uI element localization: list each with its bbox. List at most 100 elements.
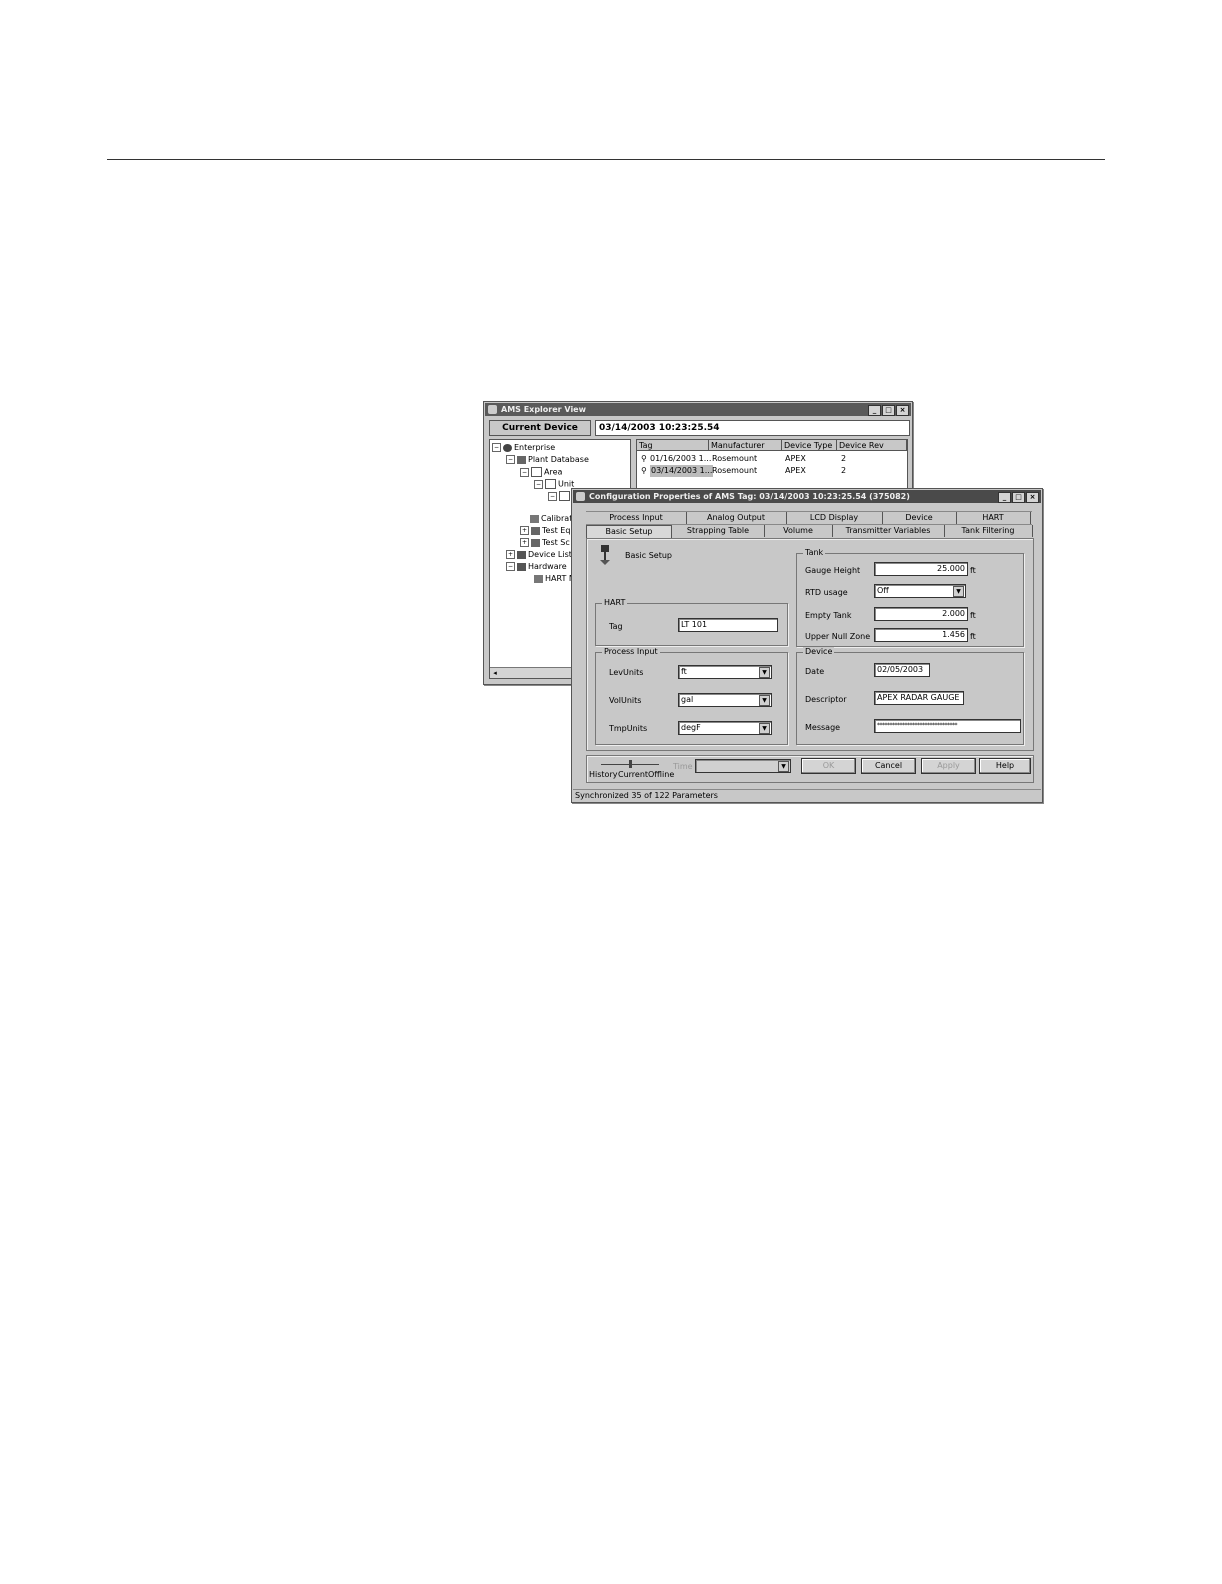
page-divider-rule xyxy=(107,159,1105,160)
tree-item-test-schemes[interactable]: + Test Sc xyxy=(520,538,570,547)
tree-item-plant-database[interactable]: − Plant Database xyxy=(506,455,589,464)
tree-item-unit[interactable]: − Unit xyxy=(534,479,574,489)
lev-units-label: LevUnits xyxy=(609,668,644,677)
device-list-icon xyxy=(517,550,526,559)
vol-units-label: VolUnits xyxy=(609,696,642,705)
close-icon[interactable]: × xyxy=(896,405,909,416)
col-header-device-type[interactable]: Device Type xyxy=(782,440,837,451)
folder-icon xyxy=(559,491,570,501)
current-device-label: Current Device xyxy=(489,420,591,436)
folder-icon xyxy=(545,479,556,489)
calibration-icon xyxy=(530,514,539,523)
tab-device[interactable]: Device xyxy=(882,512,957,524)
cell-tag: 03/14/2003 1... xyxy=(650,465,714,477)
ok-button[interactable]: OK xyxy=(801,758,856,774)
col-header-tag[interactable]: Tag xyxy=(637,440,709,451)
upper-null-zone-input[interactable]: 1.456 xyxy=(874,628,968,642)
tab-process-input[interactable]: Process Input xyxy=(586,512,687,524)
tree-item-hardware[interactable]: − Hardware xyxy=(506,562,567,571)
history-label: History xyxy=(589,770,618,779)
globe-icon xyxy=(503,443,512,452)
cell-manufacturer: Rosemount xyxy=(712,454,758,463)
cell-tag: 01/16/2003 1... xyxy=(650,454,712,463)
current-device-value: 03/14/2003 10:23:25.54 xyxy=(595,420,910,436)
rtd-usage-label: RTD usage xyxy=(805,588,848,597)
cell-device-type: APEX xyxy=(785,454,806,463)
chevron-down-icon[interactable]: ▼ xyxy=(759,667,770,678)
current-label: Current xyxy=(618,770,649,779)
app-icon xyxy=(576,492,585,501)
gauge-height-input[interactable]: 25.000 xyxy=(874,562,968,576)
modem-icon xyxy=(534,574,543,583)
slider-thumb[interactable] xyxy=(629,760,632,768)
message-input[interactable]: ******************************** xyxy=(874,719,1021,733)
date-input[interactable]: 02/05/2003 xyxy=(874,663,930,677)
device-icon xyxy=(599,545,611,565)
table-row[interactable]: ⚲ 03/14/2003 1... Rosemount APEX 2 xyxy=(637,465,907,477)
date-label: Date xyxy=(805,667,825,676)
cancel-button[interactable]: Cancel xyxy=(861,758,916,774)
col-header-device-rev[interactable]: Device Rev xyxy=(837,440,907,451)
tab-transmitter-variables[interactable]: Transmitter Variables xyxy=(832,525,945,537)
scheme-icon xyxy=(531,538,540,547)
tree-item-area[interactable]: − Area xyxy=(520,467,562,477)
tab-tank-filtering[interactable]: Tank Filtering xyxy=(944,525,1033,537)
tree-item-calibration[interactable]: Calibrat xyxy=(530,514,572,523)
chevron-down-icon[interactable]: ▼ xyxy=(778,761,789,772)
chevron-down-icon[interactable]: ▼ xyxy=(759,723,770,734)
close-icon[interactable]: × xyxy=(1026,492,1039,503)
table-row[interactable]: ⚲ 01/16/2003 1... Rosemount APEX 2 xyxy=(637,453,907,465)
tab-lcd-display[interactable]: LCD Display xyxy=(786,512,883,524)
cell-device-rev: 2 xyxy=(841,454,847,463)
status-bar: Synchronized 35 of 122 Parameters xyxy=(573,789,1041,801)
page-heading: Basic Setup xyxy=(625,551,673,560)
equipment-icon xyxy=(531,526,540,535)
tree-item-subunit[interactable]: − xyxy=(548,491,572,501)
apply-button[interactable]: Apply xyxy=(921,758,976,774)
lev-units-select[interactable]: ft ▼ xyxy=(678,665,772,679)
chevron-down-icon[interactable]: ▼ xyxy=(953,586,964,597)
tab-analog-output[interactable]: Analog Output xyxy=(686,512,787,524)
tab-strapping-table[interactable]: Strapping Table xyxy=(672,525,765,537)
database-icon xyxy=(517,455,526,464)
minimize-icon[interactable]: _ xyxy=(868,405,881,416)
tag-input[interactable]: LT 101 xyxy=(678,618,778,632)
rtd-usage-select[interactable]: Off ▼ xyxy=(874,584,966,598)
descriptor-input[interactable]: APEX RADAR GAUGE xyxy=(874,691,964,705)
device-icon: ⚲ xyxy=(641,454,647,463)
vol-units-select[interactable]: gal ▼ xyxy=(678,693,772,707)
device-group-title: Device xyxy=(803,647,835,656)
maximize-icon[interactable]: □ xyxy=(882,405,895,416)
descriptor-label: Descriptor xyxy=(805,695,847,704)
tab-hart[interactable]: HART xyxy=(956,512,1031,524)
cell-manufacturer: Rosemount xyxy=(712,466,758,475)
tree-item-enterprise[interactable]: − Enterprise xyxy=(492,443,555,452)
tree-item-device-list[interactable]: + Device List xyxy=(506,550,572,559)
folder-icon xyxy=(531,467,542,477)
tab-basic-setup[interactable]: Basic Setup xyxy=(586,525,672,539)
config-dialog: Configuration Properties of AMS Tag: 03/… xyxy=(571,488,1043,803)
history-slider[interactable] xyxy=(601,760,661,768)
offline-label: Offline xyxy=(648,770,675,779)
help-button[interactable]: Help xyxy=(979,758,1031,774)
chevron-down-icon[interactable]: ▼ xyxy=(759,695,770,706)
tmp-units-select[interactable]: degF ▼ xyxy=(678,721,772,735)
time-label: Time xyxy=(673,762,693,771)
tree-item-hart-modem[interactable]: HART M xyxy=(534,574,576,583)
tab-volume[interactable]: Volume xyxy=(764,525,833,537)
minimize-icon[interactable]: _ xyxy=(998,492,1011,503)
app-icon xyxy=(488,405,497,414)
device-icon: ⚲ xyxy=(641,466,647,475)
explorer-titlebar: AMS Explorer View _ □ × xyxy=(485,403,911,416)
gauge-height-label: Gauge Height xyxy=(805,566,861,575)
scroll-left-icon[interactable]: ◂ xyxy=(490,668,500,678)
tag-label: Tag xyxy=(609,622,623,631)
cell-device-rev: 2 xyxy=(841,466,847,475)
upper-null-zone-label: Upper Null Zone xyxy=(805,632,871,641)
col-header-manufacturer[interactable]: Manufacturer xyxy=(709,440,782,451)
empty-tank-input[interactable]: 2.000 xyxy=(874,607,968,621)
empty-tank-label: Empty Tank xyxy=(805,611,852,620)
tree-item-test-equipment[interactable]: + Test Eq xyxy=(520,526,570,535)
time-select[interactable]: ▼ xyxy=(695,759,791,773)
maximize-icon[interactable]: □ xyxy=(1012,492,1025,503)
